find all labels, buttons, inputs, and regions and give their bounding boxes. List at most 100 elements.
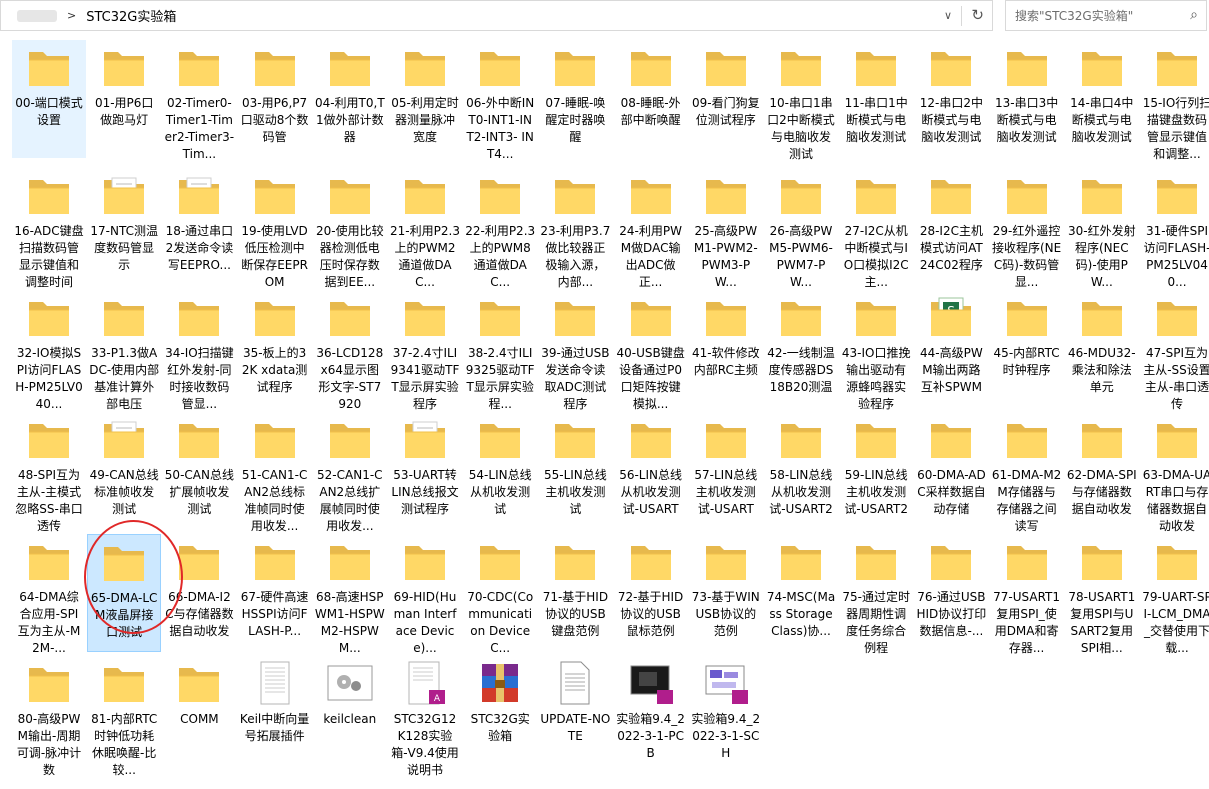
file-item[interactable]: 26-高级PWM5-PWM6-PWM7-PW... (764, 168, 838, 289)
file-item[interactable]: 52-CAN1-CAN2总线扩展帧同时使用收发... (313, 412, 387, 533)
file-item[interactable]: 66-DMA-I2C与存储器数据自动收发 (162, 534, 236, 652)
file-item[interactable]: 09-看门狗复位测试程序 (689, 40, 763, 158)
file-item[interactable]: 59-LIN总线主机收发测试-USART2 (839, 412, 913, 530)
file-item[interactable]: 45-内部RTC时钟程序 (990, 290, 1064, 408)
search-box[interactable]: 搜索"STC32G实验箱" ⌕ (1005, 0, 1207, 31)
file-item[interactable]: 70-CDC(Communication Device C... (463, 534, 537, 655)
refresh-icon[interactable]: ↻ (971, 6, 984, 24)
folder-icon (476, 172, 524, 220)
file-item[interactable]: 43-IO口推挽输出驱动有源蜂鸣器实验程序 (839, 290, 913, 411)
search-icon[interactable]: ⌕ (1190, 7, 1198, 23)
file-item[interactable]: 20-使用比较器检测低电压时保存数据到EE... (313, 168, 387, 289)
file-item[interactable]: 13-串口3中断模式与电脑收发测试 (990, 40, 1064, 158)
folder-icon (551, 416, 599, 464)
file-item[interactable]: 19-使用LVD低压检测中断保存EEPROM (238, 168, 312, 289)
file-item[interactable]: 61-DMA-M2M存储器与存储器之间读写 (990, 412, 1064, 533)
file-item[interactable]: 21-利用P2.3上的PWM2通道做DAC... (388, 168, 462, 289)
file-item[interactable]: COMM (162, 656, 236, 774)
file-item[interactable]: 40-USB键盘设备通过P0口矩阵按键模拟... (614, 290, 688, 411)
file-item[interactable]: 63-DMA-UART串口与存储器数据自动收发 (1140, 412, 1209, 533)
file-item[interactable]: 77-USART1复用SPI_使用DMA和寄存器... (990, 534, 1064, 655)
file-item[interactable]: 80-高级PWM输出-周期可调-脉冲计数 (12, 656, 86, 777)
file-item[interactable]: 78-USART1复用SPI与USART2复用SPI相... (1065, 534, 1139, 655)
file-item[interactable]: 11-串口1中断模式与电脑收发测试 (839, 40, 913, 158)
file-item[interactable]: 14-串口4中断模式与电脑收发测试 (1065, 40, 1139, 158)
file-item[interactable]: 31-硬件SPI访问FLASH-PM25LV040... (1140, 168, 1209, 289)
file-item[interactable]: 76-通过USB HID协议打印数据信息-... (914, 534, 988, 652)
file-item[interactable]: 50-CAN总线扩展帧收发测试 (162, 412, 236, 530)
file-item[interactable]: Keil中断向量号拓展插件 (238, 656, 312, 774)
file-item[interactable]: 29-红外遥控接收程序(NEC码)-数码管显... (990, 168, 1064, 289)
file-item[interactable]: S44-高级PWM输出两路互补SPWM (914, 290, 988, 408)
file-item[interactable]: 58-LIN总线从机收发测试-USART2 (764, 412, 838, 530)
file-item[interactable]: 68-高速HSPWM1-HSPWM2-HSPWM... (313, 534, 387, 655)
file-item[interactable]: 65-DMA-LCM液晶屏接口测试 (87, 534, 162, 652)
file-item[interactable]: 42-一线制温度传感器DS18B20测温 (764, 290, 838, 408)
search-input[interactable]: 搜索"STC32G实验箱" (1015, 7, 1133, 24)
file-item[interactable]: 06-外中断INT0-INT1-INT2-INT3- INT4... (463, 40, 537, 161)
file-item[interactable]: 55-LIN总线主机收发测试 (538, 412, 612, 530)
file-item[interactable]: 39-通过USB发送命令读取ADC测试程序 (538, 290, 612, 411)
file-item[interactable]: 23-利用P3.7做比较器正极输入源，内部... (538, 168, 612, 289)
file-item[interactable]: STC32G实验箱 (463, 656, 537, 774)
file-item[interactable]: 10-串口1串口2中断模式与电脑收发测试 (764, 40, 838, 161)
file-item[interactable]: 12-串口2中断模式与电脑收发测试 (914, 40, 988, 158)
file-item[interactable]: 18-通过串口2发送命令读写EEPRO... (162, 168, 236, 286)
file-item[interactable]: 27-I2C从机中断模式与IO口模拟I2C主... (839, 168, 913, 289)
file-item[interactable]: 73-基于WINUSB协议的范例 (689, 534, 763, 652)
file-item[interactable]: 17-NTC测温度数码管显示 (87, 168, 161, 286)
breadcrumb-current[interactable]: STC32G实验箱 (86, 6, 176, 25)
file-item[interactable]: 69-HID(Human Interface Device)... (388, 534, 462, 655)
file-item[interactable]: 28-I2C主机模式访问AT24C02程序 (914, 168, 988, 286)
file-item[interactable]: 07-睡眠-唤醒定时器唤醒 (538, 40, 612, 158)
file-item[interactable]: 38-2.4寸ILI9325驱动TFT显示屏实验程... (463, 290, 537, 411)
file-item[interactable]: A STC32G12K128实验箱-V9.4使用说明书 (388, 656, 462, 777)
file-item[interactable]: 15-IO行列扫描键盘数码管显示键值和调整... (1140, 40, 1209, 161)
file-item[interactable]: 71-基于HID协议的USB键盘范例 (538, 534, 612, 652)
file-item[interactable]: 25-高级PWM1-PWM2-PWM3-PW... (689, 168, 763, 289)
file-item[interactable]: 72-基于HID协议的USB鼠标范例 (614, 534, 688, 652)
chevron-down-icon[interactable]: ∨ (944, 9, 952, 22)
address-bar[interactable]: > STC32G实验箱 ∨ ↻ (0, 0, 993, 31)
file-item[interactable]: 03-用P6,P7口驱动8个数码管 (238, 40, 312, 158)
file-item[interactable]: 04-利用T0,T1做外部计数器 (313, 40, 387, 158)
file-item[interactable]: 56-LIN总线从机收发测试-USART (614, 412, 688, 530)
file-item[interactable]: 67-硬件高速HSSPI访问FLASH-P... (238, 534, 312, 652)
file-item[interactable]: 24-利用PWM做DAC输出ADC做正... (614, 168, 688, 289)
file-item[interactable]: 01-用P6口做跑马灯 (87, 40, 161, 158)
file-item[interactable]: 51-CAN1-CAN2总线标准帧同时使用收发... (238, 412, 312, 533)
file-item[interactable]: 41-软件修改内部RC主频 (689, 290, 763, 408)
file-item[interactable]: 75-通过定时器周期性调度任务综合例程 (839, 534, 913, 655)
file-item[interactable]: 32-IO模拟SPI访问FLASH-PM25LV040... (12, 290, 86, 411)
file-item[interactable]: 02-Timer0-Timer1-Timer2-Timer3-Tim... (162, 40, 236, 161)
file-item[interactable]: 47-SPI互为主从-SS设置主从-串口透传 (1140, 290, 1209, 411)
file-item[interactable]: 54-LIN总线从机收发测试 (463, 412, 537, 530)
file-item[interactable]: 36-LCD128x64显示图形文字-ST7920 (313, 290, 387, 411)
file-item[interactable]: 实验箱9.4_2022-3-1-PCB (614, 656, 688, 774)
file-item[interactable]: keilclean (313, 656, 387, 774)
file-item[interactable]: 60-DMA-ADC采样数据自动存储 (914, 412, 988, 530)
file-item[interactable]: UPDATE-NOTE (538, 656, 612, 774)
file-item[interactable]: 74-MSC(Mass Storage Class)协... (764, 534, 838, 652)
file-item[interactable]: 48-SPI互为主从-主模式忽略SS-串口透传 (12, 412, 86, 533)
file-item-label: 35-板上的32K xdata测试程序 (241, 346, 308, 394)
file-item[interactable]: 34-IO扫描键红外发射-同时接收数码管显... (162, 290, 236, 411)
file-item[interactable]: 35-板上的32K xdata测试程序 (238, 290, 312, 408)
file-item[interactable]: 81-内部RTC时钟低功耗休眠唤醒-比较... (87, 656, 161, 777)
file-item[interactable]: 30-红外发射程序(NEC码)-使用PW... (1065, 168, 1139, 289)
file-item[interactable]: 46-MDU32-乘法和除法单元 (1065, 290, 1139, 408)
file-item[interactable]: 79-UART-SPI-LCM_DMA_交替使用下载... (1140, 534, 1209, 655)
file-item[interactable]: 08-睡眠-外部中断唤醒 (614, 40, 688, 158)
file-item[interactable]: 16-ADC键盘扫描数码管显示键值和调整时间 (12, 168, 86, 289)
file-item[interactable]: 62-DMA-SPI与存储器数据自动收发 (1065, 412, 1139, 530)
file-item[interactable]: 实验箱9.4_2022-3-1-SCH (689, 656, 763, 774)
file-item[interactable]: 37-2.4寸ILI9341驱动TFT显示屏实验程序 (388, 290, 462, 411)
file-item[interactable]: 00-端口模式设置 (12, 40, 86, 158)
file-item[interactable]: 64-DMA综合应用-SPI互为主从-M2M-... (12, 534, 86, 655)
file-item[interactable]: 53-UART转LIN总线报文测试程序 (388, 412, 462, 530)
file-item[interactable]: 22-利用P2.3上的PWM8通道做DAC... (463, 168, 537, 289)
file-item[interactable]: 49-CAN总线标准帧收发测试 (87, 412, 161, 530)
file-item[interactable]: 33-P1.3做ADC-使用内部基准计算外部电压 (87, 290, 161, 411)
file-item[interactable]: 05-利用定时器测量脉冲宽度 (388, 40, 462, 158)
file-item[interactable]: 57-LIN总线主机收发测试-USART (689, 412, 763, 530)
